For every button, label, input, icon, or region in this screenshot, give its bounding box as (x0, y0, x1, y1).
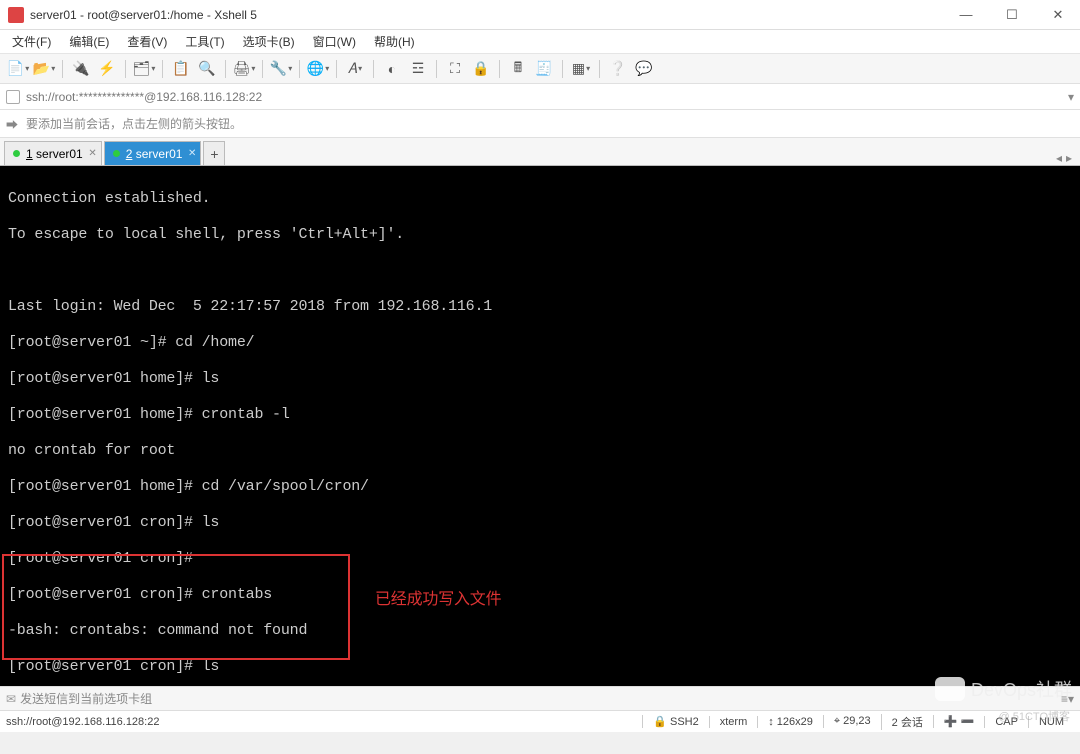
reconnect-icon[interactable]: 🔌 (69, 58, 93, 80)
tab-label: 2 server01 (126, 147, 183, 161)
hint-bar: ⮕ 要添加当前会话，点击左侧的箭头按钮。 (0, 110, 1080, 138)
terminal-line: [root@server01 home]# cd /var/spool/cron… (8, 478, 369, 495)
separator (499, 60, 500, 78)
menu-edit[interactable]: 编辑(E) (65, 31, 113, 52)
annotation-box (2, 554, 350, 660)
watermark: DevOps社群 (935, 676, 1072, 702)
window-controls: — ☐ ✕ (952, 7, 1072, 23)
terminal-line: [root@server01 home]# ls (8, 370, 219, 387)
tab-label: 1 server01 (26, 147, 83, 161)
separator (599, 60, 600, 78)
annotation-text: 已经成功写入文件 (375, 591, 501, 609)
separator (162, 60, 163, 78)
menu-help[interactable]: 帮助(H) (370, 31, 419, 52)
titlebar: server01 - root@server01:/home - Xshell … (0, 0, 1080, 30)
script-icon[interactable]: ◐ (380, 58, 404, 80)
address-dropdown-icon[interactable]: ▾ (1068, 90, 1074, 104)
disconnect-icon[interactable]: ⚡ (95, 58, 119, 80)
terminal-line: [root@server01 cron]# ls (8, 658, 219, 675)
profiles-icon[interactable]: 🗂 (132, 58, 156, 80)
terminal-line: [root@server01 cron]# (8, 550, 193, 567)
send-icon[interactable]: ✉ (6, 692, 16, 706)
terminal[interactable]: Connection established. To escape to loc… (0, 166, 1080, 686)
help-icon[interactable]: ❔ (606, 58, 630, 80)
fullscreen-icon[interactable]: ⛶ (443, 58, 467, 80)
terminal-line: Last login: Wed Dec 5 22:17:57 2018 from… (8, 298, 492, 315)
maximize-button[interactable]: ☐ (998, 7, 1026, 23)
lock-icon: 🔒 (653, 716, 667, 728)
sessions-icon[interactable]: ☲ (406, 58, 430, 80)
status-sessions: 2 会话 (881, 714, 933, 730)
address-bar: ssh://root:**************@192.168.116.12… (0, 84, 1080, 110)
terminal-line: Connection established. (8, 190, 210, 207)
copy-icon[interactable]: 📋 (169, 58, 193, 80)
separator (436, 60, 437, 78)
add-session-arrow-icon[interactable]: ⮕ (6, 116, 22, 132)
layout-icon[interactable]: ▦ (569, 58, 593, 80)
separator (299, 60, 300, 78)
toolbar: 📄 📂 🔌 ⚡ 🗂 📋 🔍 🖨 🔧 🌐 𝐴 ◐ ☲ ⛶ 🔒 🖩 🧾 ▦ ❔ 💬 (0, 54, 1080, 84)
separator (225, 60, 226, 78)
menu-tabs[interactable]: 选项卡(B) (239, 31, 299, 52)
status-path: ssh://root@192.168.116.128:22 (6, 716, 642, 728)
terminal-line: [root@server01 cron]# crontabs (8, 586, 272, 603)
terminal-line: [root@server01 cron]# ls (8, 514, 219, 531)
search-icon[interactable]: 🔍 (195, 58, 219, 80)
terminal-line: [root@server01 home]# crontab -l (8, 406, 290, 423)
info-icon[interactable]: 💬 (632, 58, 656, 80)
tab-next-icon[interactable]: ▸ (1066, 151, 1072, 165)
tab-close-icon[interactable]: ✕ (88, 148, 96, 159)
separator (373, 60, 374, 78)
tab-close-icon[interactable]: ✕ (188, 148, 196, 159)
tab-server01-2[interactable]: 2 server01 ✕ (104, 141, 202, 165)
terminal-line: no crontab for root (8, 442, 175, 459)
new-session-icon[interactable]: 📄 (6, 58, 30, 80)
terminal-line: To escape to local shell, press 'Ctrl+Al… (8, 226, 404, 243)
status-ssh: SSH2 (670, 716, 699, 728)
tab-nav: ◂ ▸ (1056, 151, 1076, 165)
print-icon[interactable]: 🖨 (232, 58, 256, 80)
lock-icon[interactable]: 🔒 (469, 58, 493, 80)
tab-server01-1[interactable]: 1 server01 ✕ (4, 141, 102, 165)
window-title: server01 - root@server01:/home - Xshell … (30, 8, 952, 22)
hint-text: 要添加当前会话，点击左侧的箭头按钮。 (26, 115, 242, 132)
status-dot-icon (113, 150, 120, 157)
send-label: 发送短信到当前选项卡组 (20, 690, 152, 707)
separator (562, 60, 563, 78)
separator (262, 60, 263, 78)
wechat-icon (935, 677, 965, 701)
minimize-button[interactable]: — (952, 7, 980, 23)
properties-icon[interactable]: 🔧 (269, 58, 293, 80)
status-pos: 29,23 (843, 715, 871, 727)
calculator-icon[interactable]: 🖩 (506, 58, 530, 80)
status-size: 126x29 (777, 716, 813, 728)
session-icon (6, 90, 20, 104)
terminal-line: -bash: crontabs: command not found (8, 622, 307, 639)
app-icon (8, 7, 24, 23)
globe-icon[interactable]: 🌐 (306, 58, 330, 80)
tab-bar: 1 server01 ✕ 2 server01 ✕ + ◂ ▸ (0, 138, 1080, 166)
menu-window[interactable]: 窗口(W) (309, 31, 360, 52)
menu-tools[interactable]: 工具(T) (181, 31, 228, 52)
watermark-text: DevOps社群 (971, 676, 1072, 702)
separator (62, 60, 63, 78)
font-icon[interactable]: 𝐴 (343, 58, 367, 80)
scroll-icon[interactable]: 🧾 (532, 58, 556, 80)
menubar: 文件(F) 编辑(E) 查看(V) 工具(T) 选项卡(B) 窗口(W) 帮助(… (0, 30, 1080, 54)
address-text[interactable]: ssh://root:**************@192.168.116.12… (26, 90, 262, 104)
watermark-small: @ 51CTO博客 (999, 708, 1070, 724)
status-term: xterm (709, 716, 758, 728)
status-bar: ssh://root@192.168.116.128:22 🔒 SSH2 xte… (0, 710, 1080, 732)
terminal-line: [root@server01 ~]# cd /home/ (8, 334, 254, 351)
tab-add-button[interactable]: + (203, 141, 225, 165)
tab-prev-icon[interactable]: ◂ (1056, 151, 1062, 165)
menu-view[interactable]: 查看(V) (123, 31, 171, 52)
open-icon[interactable]: 📂 (32, 58, 56, 80)
menu-file[interactable]: 文件(F) (8, 31, 55, 52)
separator (125, 60, 126, 78)
separator (336, 60, 337, 78)
status-dot-icon (13, 150, 20, 157)
send-bar: ✉ 发送短信到当前选项卡组 ≡▾ (0, 686, 1080, 710)
close-button[interactable]: ✕ (1044, 7, 1072, 23)
